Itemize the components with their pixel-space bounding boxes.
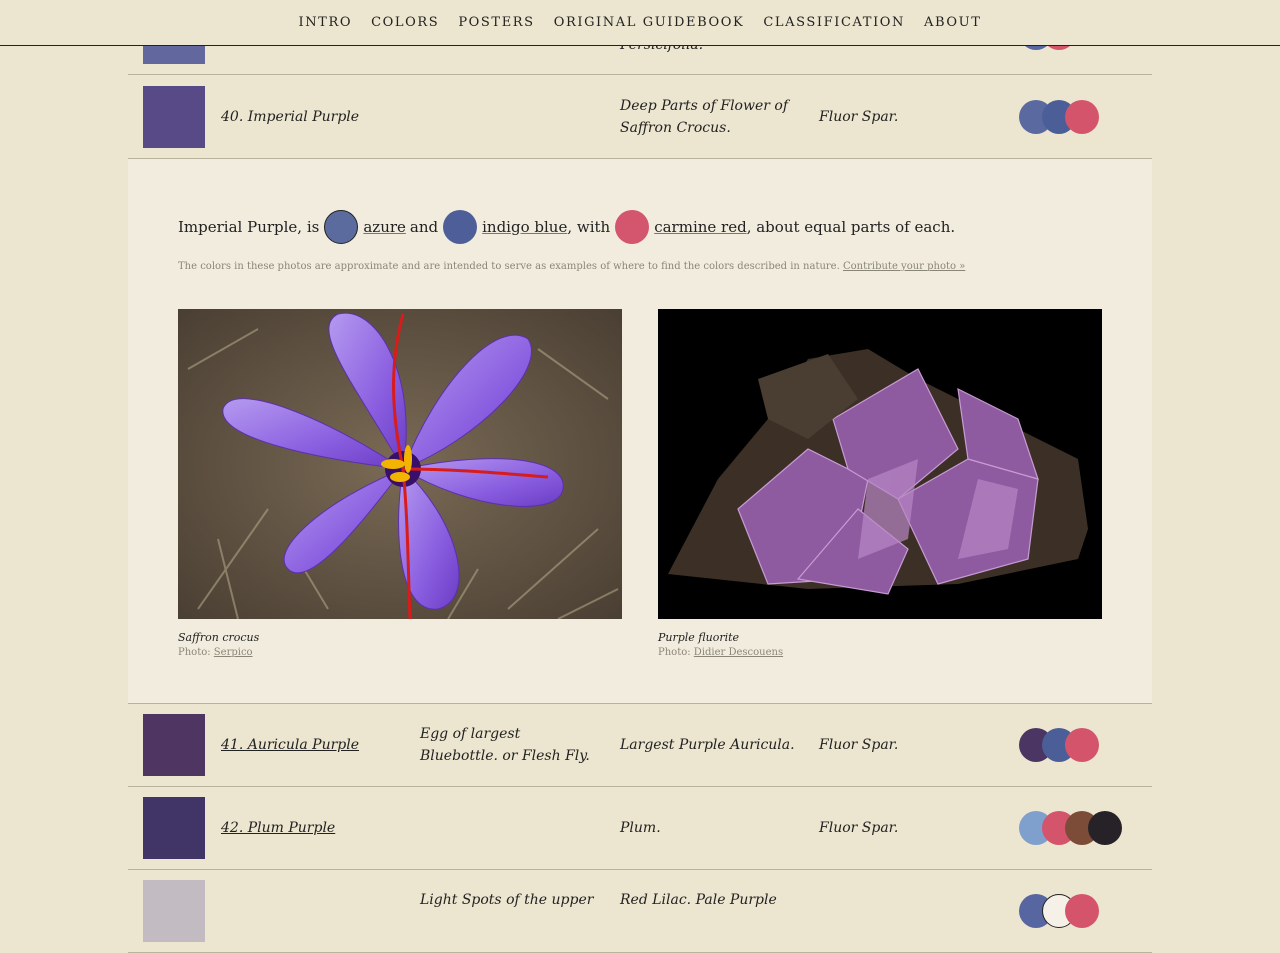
purple-fluorite-photo[interactable] [658, 309, 1102, 619]
component-color-dot [1065, 100, 1099, 134]
color-name-link[interactable]: 41. Auricula Purple [221, 734, 359, 756]
color-swatch [143, 797, 205, 859]
color-swatch [143, 880, 205, 942]
vegetable-cell: Red Lilac. Pale Purple [620, 892, 777, 908]
photo-caption: Purple fluorite Photo: Didier Descouens [658, 631, 783, 658]
description-intro: Imperial Purple, is [178, 218, 320, 236]
nav-about[interactable]: ABOUT [924, 15, 981, 30]
component-color-dot [1065, 728, 1099, 762]
disclaimer-text: The colors in these photos are approxima… [178, 261, 840, 272]
mineral-cell: Fluor Spar. [819, 109, 899, 125]
component-color-dot [1088, 811, 1122, 845]
nav-classification[interactable]: CLASSIFICATION [763, 15, 905, 30]
table-row[interactable]: 40. Imperial Purple Deep Parts of Flower… [128, 76, 1152, 159]
photo-title: Purple fluorite [658, 631, 740, 644]
indigo-blue-dot[interactable] [443, 210, 478, 244]
credit-prefix: Photo: [658, 647, 691, 658]
crocus-illustration [178, 309, 622, 619]
color-name-link[interactable]: 42. Plum Purple [221, 817, 335, 839]
saffron-crocus-photo[interactable] [178, 309, 622, 619]
table-row[interactable]: 42. Plum Purple Plum. Fluor Spar. [128, 787, 1152, 870]
color-detail-panel: Imperial Purple, is azure and indigo blu… [128, 159, 1152, 704]
vegetable-cell: Plum. [620, 820, 661, 836]
color-swatch [143, 86, 205, 148]
color-description: Imperial Purple, is azure and indigo blu… [178, 209, 955, 245]
nav-colors[interactable]: COLORS [371, 15, 439, 30]
table-row[interactable]: 41. Auricula Purple Egg of largest Blueb… [128, 704, 1152, 787]
description-and: and [409, 218, 439, 236]
description-outro: , about equal parts of each. [746, 218, 956, 236]
carmine-red-dot[interactable] [615, 210, 650, 244]
component-dots [1019, 811, 1122, 845]
contribute-photo-link[interactable]: Contribute your photo » [843, 261, 965, 272]
nav-intro[interactable]: INTRO [298, 15, 352, 30]
photographer-link[interactable]: Didier Descouens [694, 647, 783, 658]
fluorite-illustration [658, 309, 1102, 619]
table-row[interactable]: Light Spots of the upper Red Lilac. Pale… [128, 870, 1152, 953]
photo-credit: Photo: Serpico [178, 647, 259, 658]
color-name: 40. Imperial Purple [221, 109, 360, 125]
photo-caption: Saffron crocus Photo: Serpico [178, 631, 259, 658]
color-swatch [143, 714, 205, 776]
nav-posters[interactable]: POSTERS [458, 15, 534, 30]
description-with: , with [567, 218, 611, 236]
vegetable-cell: Largest Purple Auricula. [620, 737, 795, 753]
color-link[interactable]: 41. Auricula Purple [221, 737, 359, 753]
nav-original-guidebook[interactable]: ORIGINAL GUIDEBOOK [554, 15, 745, 30]
mineral-cell: Fluor Spar. [819, 820, 899, 836]
component-color-dot [1065, 894, 1099, 928]
photo-disclaimer: The colors in these photos are approxima… [178, 261, 965, 272]
color-link[interactable]: 42. Plum Purple [221, 820, 335, 836]
component-dots [1019, 894, 1099, 928]
photo-credit: Photo: Didier Descouens [658, 647, 783, 658]
azure-link[interactable]: azure [363, 218, 406, 236]
azure-dot[interactable] [324, 210, 359, 244]
credit-prefix: Photo: [178, 647, 211, 658]
animal-cell: Light Spots of the upper [420, 892, 594, 908]
component-dots [1019, 728, 1099, 762]
mineral-cell: Fluor Spar. [819, 737, 899, 753]
indigo-blue-link[interactable]: indigo blue [482, 218, 567, 236]
top-nav: INTRO COLORS POSTERS ORIGINAL GUIDEBOOK … [0, 0, 1280, 46]
component-dots [1019, 100, 1099, 134]
carmine-red-link[interactable]: carmine red [654, 218, 747, 236]
animal-cell: Egg of largest Bluebottle. or Flesh Fly. [420, 726, 590, 764]
vegetable-cell: Deep Parts of Flower of Saffron Crocus. [620, 98, 788, 136]
photo-title: Saffron crocus [178, 631, 260, 644]
photographer-link[interactable]: Serpico [214, 647, 253, 658]
